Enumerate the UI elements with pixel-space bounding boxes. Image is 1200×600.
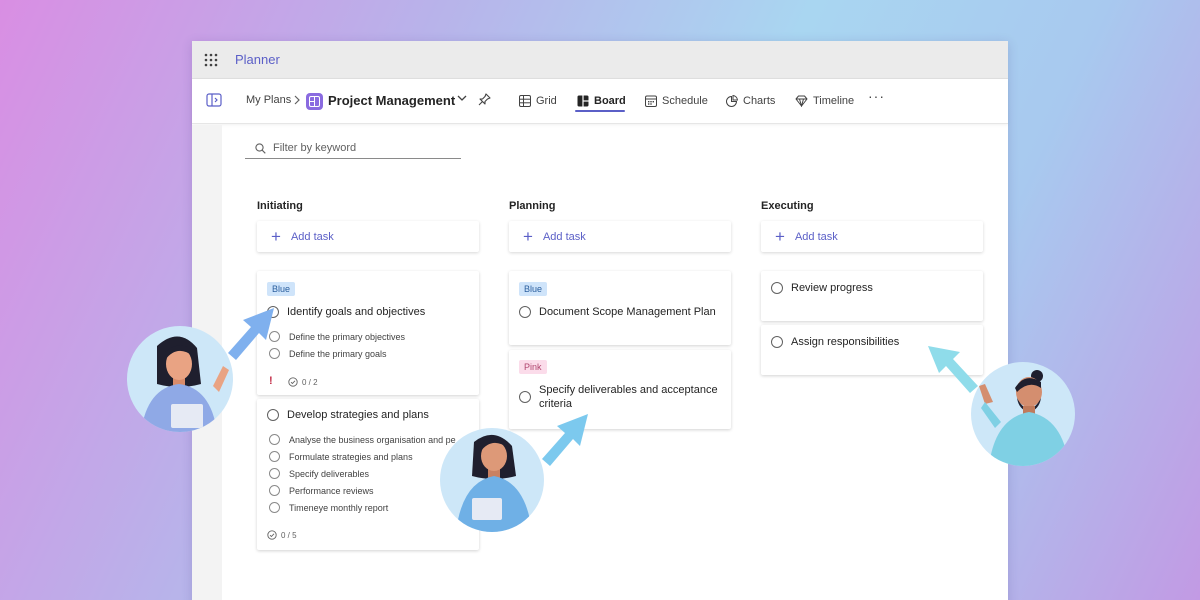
title-bar: Planner bbox=[192, 41, 1008, 79]
plus-icon: + bbox=[775, 226, 785, 246]
board-icon bbox=[577, 95, 589, 107]
add-task-label: Add task bbox=[542, 230, 586, 243]
tab-timeline-label: Timeline bbox=[813, 95, 855, 107]
plan-icon bbox=[306, 93, 323, 110]
check-circle-icon bbox=[267, 530, 277, 540]
pin-icon[interactable] bbox=[478, 93, 491, 106]
add-task-button-planning[interactable]: + Add task bbox=[509, 221, 731, 252]
app-title: Planner bbox=[235, 52, 280, 67]
task-card[interactable]: Review progress bbox=[761, 271, 983, 321]
filter-input[interactable] bbox=[273, 142, 453, 154]
tab-schedule-label: Schedule bbox=[662, 95, 708, 107]
complete-task-checkbox[interactable] bbox=[771, 336, 783, 348]
complete-task-checkbox[interactable] bbox=[771, 282, 783, 294]
task-title: Develop strategies and plans bbox=[287, 409, 429, 421]
arrow-cursor-icon bbox=[542, 414, 588, 466]
app-launcher-icon[interactable] bbox=[192, 41, 230, 79]
tab-grid-label: Grid bbox=[536, 95, 557, 107]
chevron-right-icon bbox=[294, 95, 300, 105]
subtask-text: Define the primary goals bbox=[289, 349, 387, 359]
avatar bbox=[971, 362, 1075, 466]
priority-important-icon: ! bbox=[269, 375, 273, 387]
avatar bbox=[127, 326, 233, 432]
chevron-down-icon[interactable] bbox=[457, 95, 467, 102]
person-illustration-icon bbox=[141, 336, 229, 432]
add-task-label: Add task bbox=[794, 230, 838, 243]
subtask-checkbox[interactable] bbox=[269, 485, 280, 496]
subtask-checkbox[interactable] bbox=[269, 502, 280, 513]
checklist-progress-text: 0 / 5 bbox=[281, 530, 297, 540]
plan-name[interactable]: Project Management bbox=[328, 93, 455, 108]
task-title: Identify goals and objectives bbox=[287, 306, 426, 318]
sidebar-toggle-icon[interactable] bbox=[206, 93, 222, 107]
planner-window: Planner My Plans Project Management Grid… bbox=[192, 41, 1008, 600]
plus-icon: + bbox=[523, 226, 533, 246]
subtask-checkbox[interactable] bbox=[269, 468, 280, 479]
tab-charts-label: Charts bbox=[743, 95, 776, 107]
add-task-button-executing[interactable]: + Add task bbox=[761, 221, 983, 252]
subtask-text: Analyse the business organisation and pe bbox=[289, 435, 456, 445]
task-title: Assign responsibilities bbox=[791, 336, 900, 348]
tab-timeline[interactable]: Timeline bbox=[795, 93, 854, 109]
tab-board[interactable]: Board bbox=[577, 93, 626, 109]
tab-schedule[interactable]: Schedule bbox=[645, 93, 708, 109]
person-illustration-icon bbox=[456, 434, 532, 532]
complete-task-checkbox[interactable] bbox=[267, 409, 279, 421]
breadcrumb-my-plans[interactable]: My Plans bbox=[246, 94, 291, 106]
add-task-label: Add task bbox=[290, 230, 334, 243]
checklist-progress: 0 / 5 bbox=[267, 530, 297, 540]
subtask-text: Formulate strategies and plans bbox=[289, 452, 413, 462]
subtask-text: Specify deliverables bbox=[289, 469, 370, 479]
task-title: Document Scope Management Plan bbox=[539, 306, 716, 318]
filter-box bbox=[245, 138, 461, 159]
complete-task-checkbox[interactable] bbox=[519, 391, 531, 403]
task-card[interactable]: Blue Identify goals and objectives Defin… bbox=[257, 271, 479, 395]
person-illustration-icon bbox=[979, 370, 1069, 466]
label-badge: Pink bbox=[519, 360, 547, 374]
checklist-progress: 0 / 2 bbox=[288, 377, 318, 387]
tab-board-label: Board bbox=[594, 95, 626, 107]
subtask-text: Timeneye monthly report bbox=[289, 503, 389, 513]
column-title-initiating: Initiating bbox=[257, 200, 303, 212]
complete-task-checkbox[interactable] bbox=[519, 306, 531, 318]
column-title-planning: Planning bbox=[509, 200, 556, 212]
add-task-button-initiating[interactable]: + Add task bbox=[257, 221, 479, 252]
timeline-icon bbox=[795, 95, 808, 107]
label-badge: Blue bbox=[519, 282, 548, 296]
task-title: Review progress bbox=[791, 282, 873, 294]
avatar bbox=[440, 428, 544, 532]
plus-icon: + bbox=[271, 226, 281, 246]
label-badge: Blue bbox=[267, 282, 296, 296]
tab-grid[interactable]: Grid bbox=[519, 93, 557, 109]
task-title: Specify deliverables and acceptance crit… bbox=[539, 384, 718, 410]
subtask-text: Performance reviews bbox=[289, 486, 374, 496]
chart-icon bbox=[726, 95, 738, 107]
plan-toolbar: My Plans Project Management Grid Board S… bbox=[192, 79, 1008, 124]
subtask-text: Define the primary objectives bbox=[289, 332, 406, 342]
subtask-checkbox[interactable] bbox=[269, 434, 280, 445]
search-icon bbox=[255, 142, 266, 154]
arrow-cursor-icon bbox=[228, 308, 274, 360]
more-options-button[interactable]: ··· bbox=[868, 88, 885, 104]
task-card[interactable]: Blue Document Scope Management Plan bbox=[509, 271, 731, 345]
column-title-executing: Executing bbox=[761, 200, 814, 212]
subtask-checkbox[interactable] bbox=[269, 451, 280, 462]
grid-icon bbox=[519, 95, 531, 107]
checklist-progress-text: 0 / 2 bbox=[302, 377, 318, 387]
calendar-icon bbox=[645, 95, 657, 107]
active-tab-indicator bbox=[575, 110, 625, 112]
check-circle-icon bbox=[288, 377, 298, 387]
tab-charts[interactable]: Charts bbox=[726, 93, 775, 109]
